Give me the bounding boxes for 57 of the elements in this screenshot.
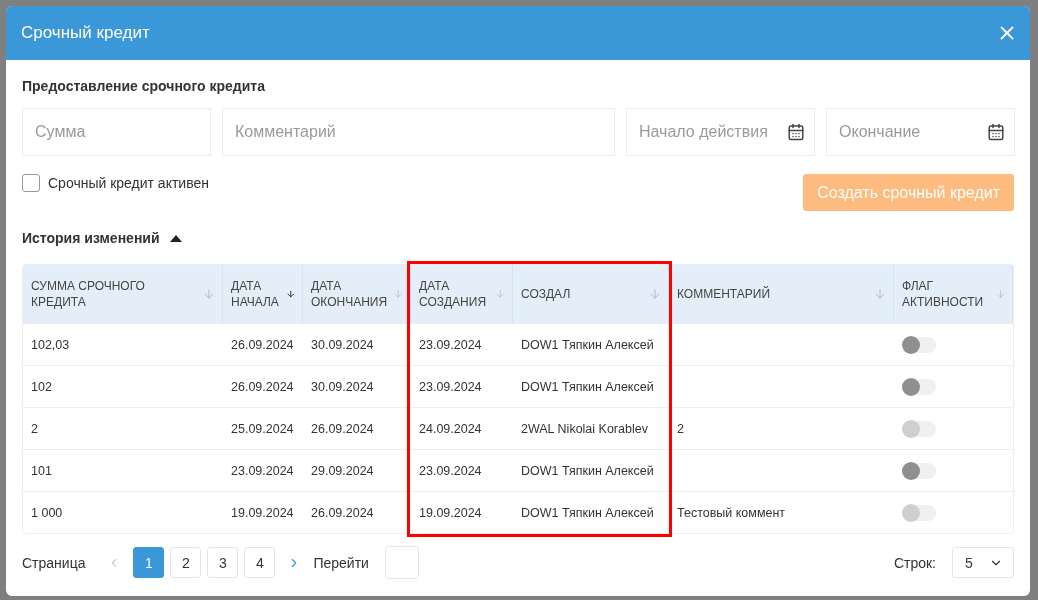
table-cell: 102 [23, 365, 223, 407]
table-cell: 26.09.2024 [223, 365, 303, 407]
rows-per-page-select[interactable]: 5 [952, 547, 1014, 578]
date-field[interactable]: Окончание [826, 108, 1015, 156]
table-cell: 2 [669, 407, 894, 449]
table-cell: 19.09.2024 [223, 491, 303, 533]
column-header[interactable]: ДАТА НАЧАЛА [223, 265, 303, 323]
column-header[interactable]: ДАТА СОЗДАНИЯ [411, 265, 513, 323]
column-header[interactable]: ДАТА ОКОНЧАНИЯ [303, 265, 411, 323]
column-header[interactable]: СУММА СРОЧНОГО КРЕДИТА [23, 265, 223, 323]
table-cell: 26.09.2024 [303, 491, 411, 533]
table-cell: DOW1 Тяпкин Алексей [513, 323, 669, 365]
table-cell: 24.09.2024 [411, 407, 513, 449]
page-button[interactable]: 2 [170, 547, 202, 578]
table-cell: 19.09.2024 [411, 491, 513, 533]
input-field[interactable]: Сумма [22, 108, 211, 156]
table-cell: 26.09.2024 [303, 407, 411, 449]
activity-toggle[interactable] [902, 336, 936, 353]
activity-toggle[interactable] [902, 378, 936, 395]
table-cell: 29.09.2024 [303, 449, 411, 491]
table-cell: 25.09.2024 [223, 407, 303, 449]
table-cell: 101 [23, 449, 223, 491]
column-header[interactable]: КОММЕНТАРИЙ [669, 265, 894, 323]
checkbox-label: Срочный кредит активен [48, 175, 209, 191]
page-label: Страница [22, 554, 86, 571]
column-header[interactable]: СОЗДАЛ [513, 265, 669, 323]
active-checkbox[interactable]: Срочный кредит активен [22, 174, 209, 192]
input-field[interactable]: Комментарий [222, 108, 615, 156]
table-cell: 102,03 [23, 323, 223, 365]
table-cell: 30.09.2024 [303, 323, 411, 365]
calendar-icon[interactable] [987, 123, 1005, 141]
dialog-title: Срочный кредит [21, 23, 150, 43]
page-button[interactable]: 3 [207, 547, 239, 578]
table-cell: 23.09.2024 [411, 323, 513, 365]
table-cell: DOW1 Тяпкин Алексей [513, 491, 669, 533]
table-cell: DOW1 Тяпкин Алексей [513, 365, 669, 407]
column-header[interactable]: ФЛАГ АКТИВНОСТИ [894, 265, 1013, 323]
history-toggle[interactable]: История изменений [22, 230, 1014, 246]
table-cell: 30.09.2024 [303, 365, 411, 407]
table-cell: 2WAL Nikolai Korablev [513, 407, 669, 449]
goto-label: Перейти [313, 554, 369, 571]
table-cell: DOW1 Тяпкин Алексей [513, 449, 669, 491]
page-button[interactable]: 4 [244, 547, 276, 578]
table-cell: 26.09.2024 [223, 323, 303, 365]
table-cell: 23.09.2024 [411, 365, 513, 407]
table-cell: 1 000 [23, 491, 223, 533]
section-title: Предоставление срочного кредита [22, 78, 266, 94]
table-cell: 2 [23, 407, 223, 449]
checkbox[interactable] [22, 174, 40, 192]
goto-page-field[interactable] [384, 546, 419, 579]
calendar-icon[interactable] [787, 123, 805, 141]
date-field[interactable]: Начало действия [626, 108, 815, 156]
table-cell: 23.09.2024 [411, 449, 513, 491]
table-cell: 23.09.2024 [223, 449, 303, 491]
rows-label: Строк: [893, 554, 936, 571]
activity-toggle[interactable] [902, 462, 936, 479]
table-cell: Тестовый коммент [669, 491, 894, 533]
